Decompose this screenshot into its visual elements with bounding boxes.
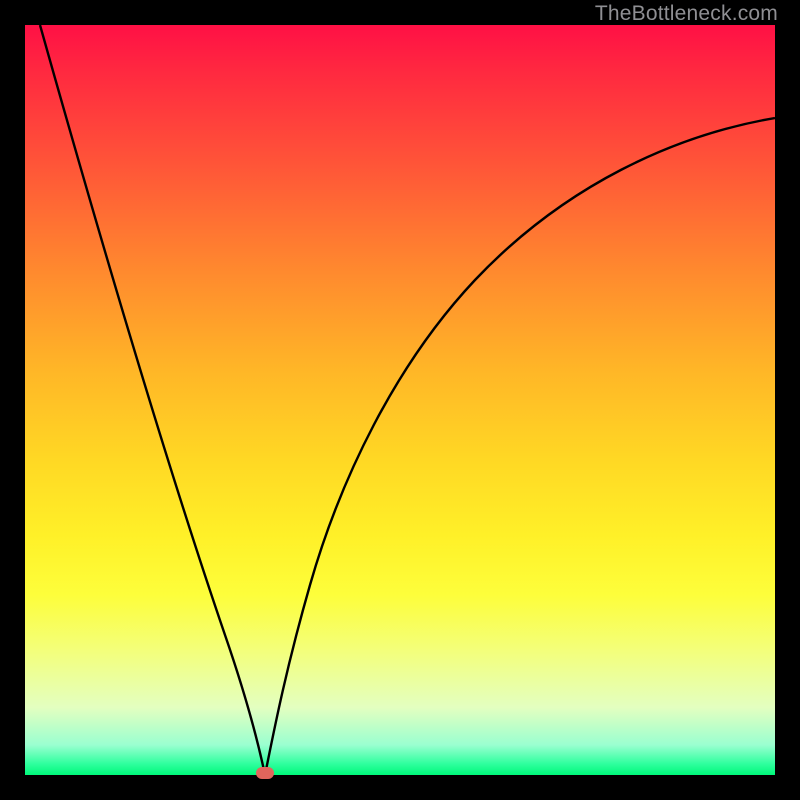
watermark-text: TheBottleneck.com <box>595 2 778 26</box>
bottleneck-curve <box>25 25 775 775</box>
optimum-marker <box>256 767 274 779</box>
plot-area <box>25 25 775 775</box>
chart-frame: TheBottleneck.com <box>0 0 800 800</box>
